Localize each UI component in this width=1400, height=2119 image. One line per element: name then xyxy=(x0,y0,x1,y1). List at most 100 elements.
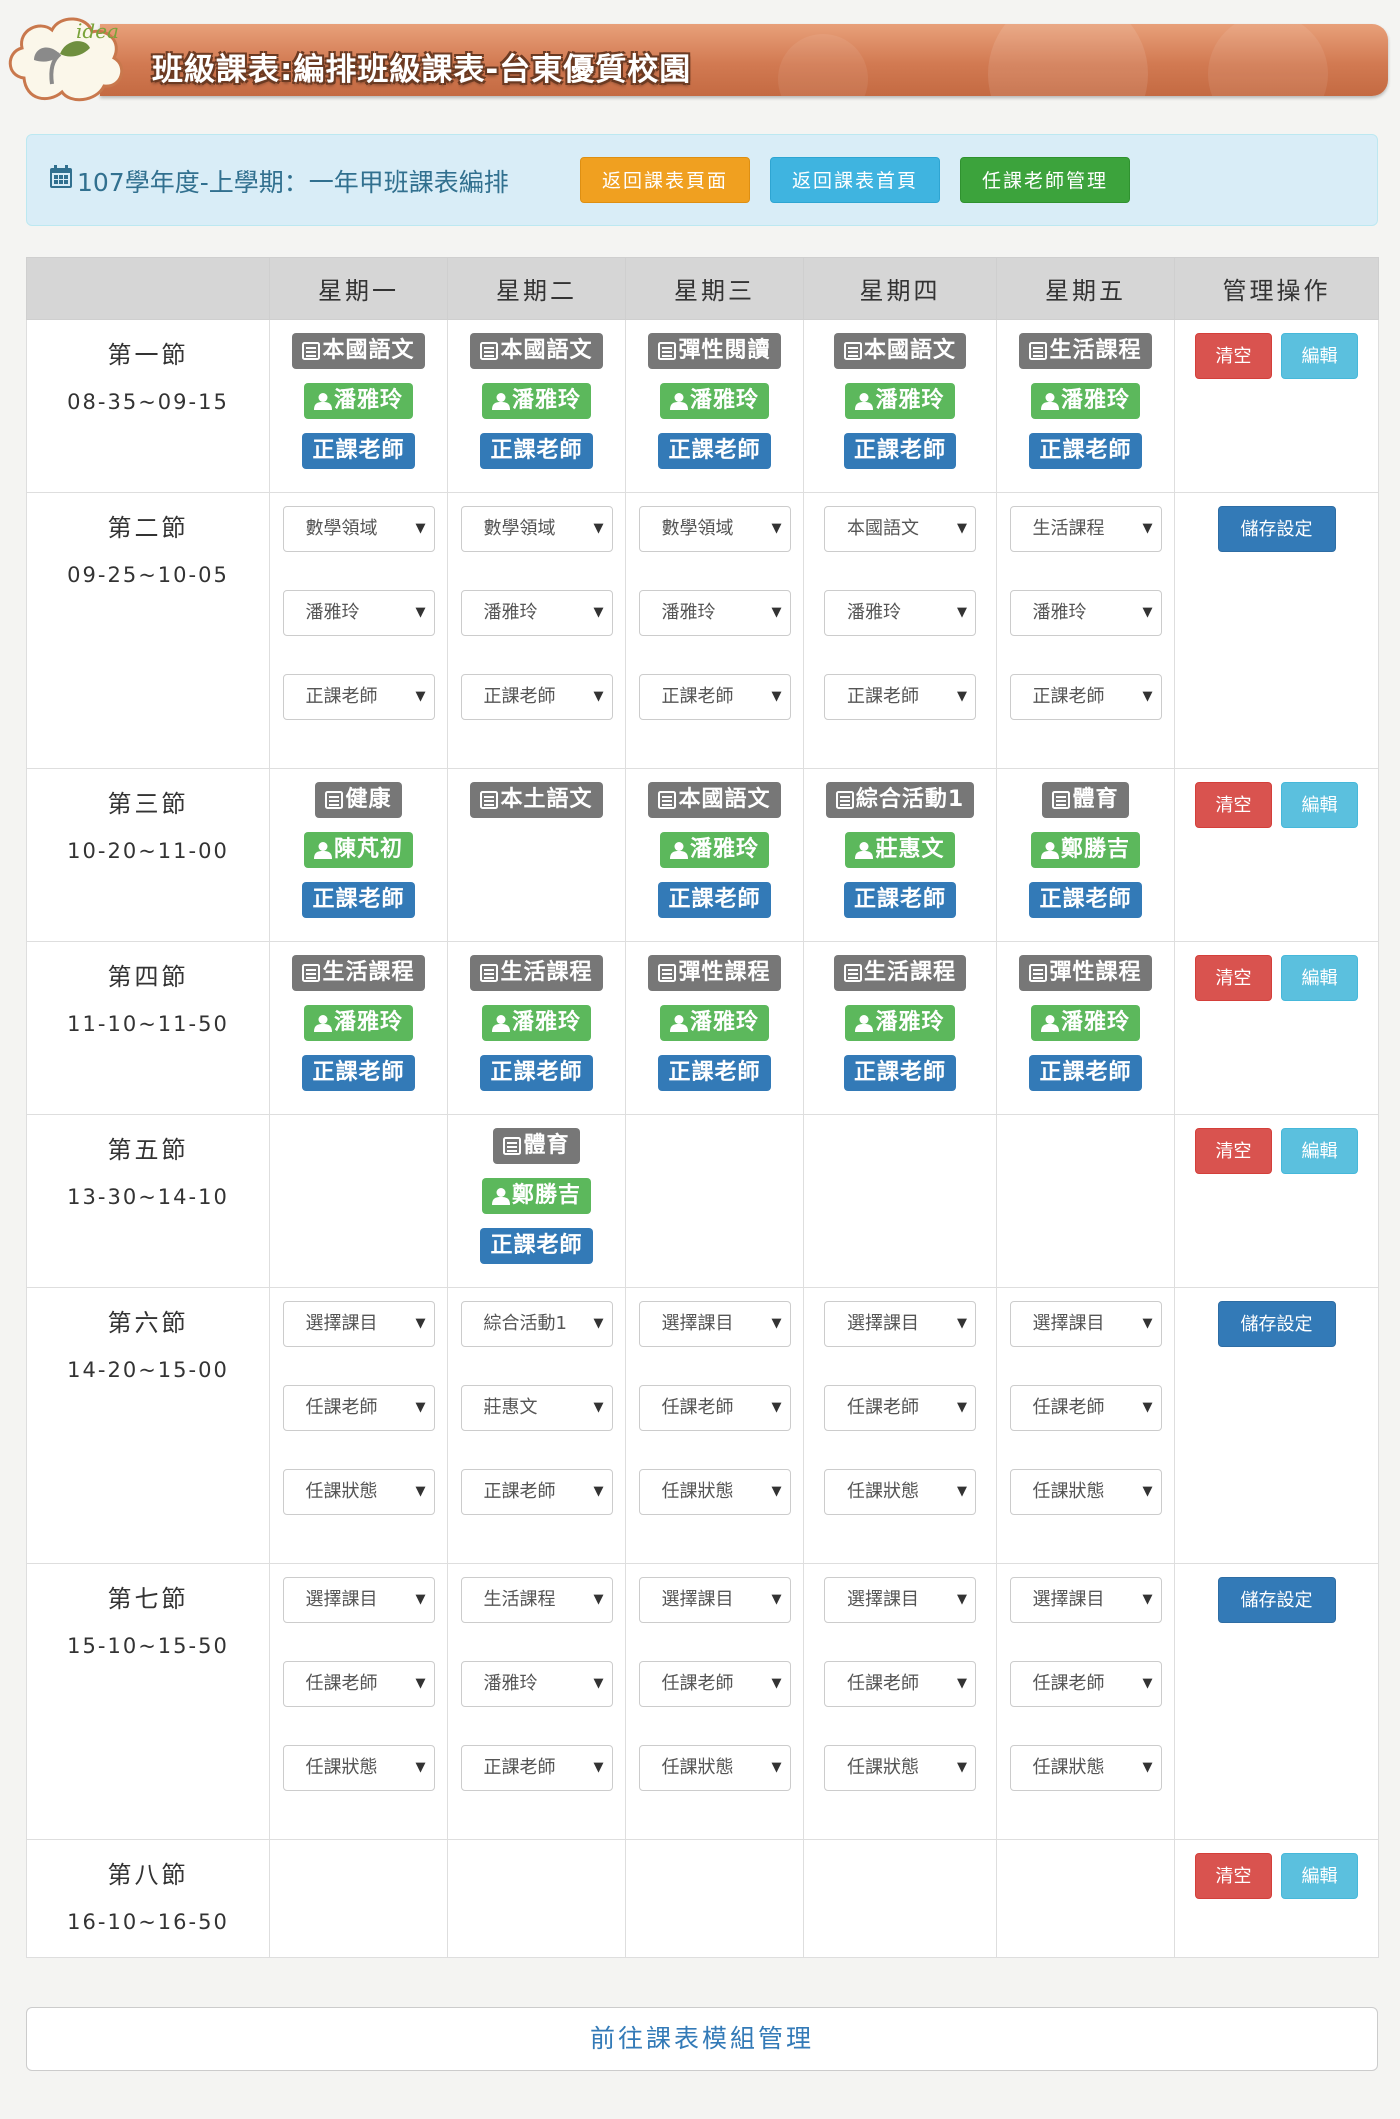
teacher-select[interactable]: 任課老師 ▼ xyxy=(824,1661,976,1707)
teacher-select[interactable]: 任課老師 ▼ xyxy=(1009,1661,1162,1707)
subject-select[interactable]: 選擇課目 ▼ xyxy=(824,1577,976,1623)
caret-down-icon: ▼ xyxy=(593,689,604,704)
status-select[interactable]: 任課狀態 ▼ xyxy=(282,1469,435,1515)
subject-select[interactable]: 選擇課目 ▼ xyxy=(1009,1301,1162,1347)
teacher-select[interactable]: 潘雅玲 ▼ xyxy=(824,590,976,636)
status-select[interactable]: 任課狀態 ▼ xyxy=(282,1745,435,1791)
slot-friday: 生活課程 潘雅玲 正課老師 xyxy=(996,319,1175,493)
status-select[interactable]: 正課老師 ▼ xyxy=(824,674,976,720)
teacher-select[interactable]: 莊惠文 ▼ xyxy=(460,1385,613,1431)
subject-select[interactable]: 生活課程 ▼ xyxy=(1009,506,1162,552)
teacher-select[interactable]: 潘雅玲 ▼ xyxy=(638,590,791,636)
subject-select[interactable]: 生活課程 ▼ xyxy=(460,1577,613,1623)
clear-button[interactable]: 清空 xyxy=(1195,1128,1272,1174)
status-select[interactable]: 正課老師 ▼ xyxy=(282,674,435,720)
clear-button[interactable]: 清空 xyxy=(1195,782,1272,828)
subject-select[interactable]: 選擇課目 ▼ xyxy=(638,1301,791,1347)
module-management-button[interactable]: 前往課表模組管理 xyxy=(26,2007,1378,2071)
clear-button[interactable]: 清空 xyxy=(1195,955,1272,1001)
subject-select-value: 數學領域 xyxy=(483,518,556,539)
status-label: 正課老師 xyxy=(658,433,771,469)
user-icon xyxy=(491,393,510,410)
teacher-select[interactable]: 潘雅玲 ▼ xyxy=(282,590,435,636)
teacher-select[interactable]: 潘雅玲 ▼ xyxy=(1009,590,1162,636)
status-select[interactable]: 任課狀態 ▼ xyxy=(824,1469,976,1515)
period-cell: 第三節 10-20~11-00 xyxy=(26,768,270,942)
status-select[interactable]: 正課老師 ▼ xyxy=(460,674,613,720)
status-select[interactable]: 任課狀態 ▼ xyxy=(1009,1469,1162,1515)
teacher-select[interactable]: 任課老師 ▼ xyxy=(824,1385,976,1431)
teacher-select[interactable]: 任課老師 ▼ xyxy=(638,1661,791,1707)
teacher-label: 潘雅玲 xyxy=(303,383,413,419)
teacher-text: 潘雅玲 xyxy=(689,837,759,862)
teacher-text: 潘雅玲 xyxy=(689,1010,759,1035)
clear-button[interactable]: 清空 xyxy=(1195,1853,1272,1899)
teacher-label: 潘雅玲 xyxy=(659,1005,769,1041)
caret-down-icon: ▼ xyxy=(1142,521,1153,536)
teacher-select[interactable]: 任課老師 ▼ xyxy=(638,1385,791,1431)
status-label: 正課老師 xyxy=(658,1055,771,1091)
teacher-select[interactable]: 任課老師 ▼ xyxy=(282,1661,435,1707)
back-to-list-button[interactable]: 返回課表頁面 xyxy=(580,157,750,203)
status-label: 正課老師 xyxy=(302,882,415,918)
subject-select[interactable]: 選擇課目 ▼ xyxy=(824,1301,976,1347)
status-select[interactable]: 正課老師 ▼ xyxy=(460,1745,613,1791)
subject-select[interactable]: 選擇課目 ▼ xyxy=(638,1577,791,1623)
status-select[interactable]: 任課狀態 ▼ xyxy=(1009,1745,1162,1791)
save-settings-button[interactable]: 儲存設定 xyxy=(1217,1577,1336,1623)
save-settings-button[interactable]: 儲存設定 xyxy=(1217,1301,1336,1347)
list-alt-icon xyxy=(1052,791,1071,809)
teacher-select-value: 任課老師 xyxy=(847,1673,919,1694)
edit-button[interactable]: 編輯 xyxy=(1281,1853,1358,1899)
subject-label: 生活課程 xyxy=(833,955,966,991)
status-select[interactable]: 任課狀態 ▼ xyxy=(824,1745,976,1791)
status-select[interactable]: 正課老師 ▼ xyxy=(638,674,791,720)
caret-down-icon: ▼ xyxy=(957,1400,967,1415)
subject-label: 生活課程 xyxy=(1019,333,1152,369)
teacher-select-value: 任課老師 xyxy=(1032,1673,1105,1694)
teacher-select-value: 任課老師 xyxy=(661,1673,734,1694)
subject-select[interactable]: 數學領域 ▼ xyxy=(282,506,435,552)
teacher-select[interactable]: 潘雅玲 ▼ xyxy=(460,1661,613,1707)
user-icon xyxy=(313,1015,332,1032)
period-row: 第七節 15-10~15-50 選擇課目 ▼ 任課老師 ▼ 任課狀態 ▼ 生活課程 ▼ 潘雅玲 ▼ 正課… xyxy=(26,1563,1379,1840)
status-select[interactable]: 任課狀態 ▼ xyxy=(638,1469,791,1515)
teacher-management-button[interactable]: 任課老師管理 xyxy=(960,157,1130,203)
user-icon xyxy=(855,842,874,859)
edit-button[interactable]: 編輯 xyxy=(1281,782,1358,828)
teacher-select[interactable]: 任課老師 ▼ xyxy=(282,1385,435,1431)
slot-wednesday: 本國語文 潘雅玲 正課老師 xyxy=(625,768,804,942)
period-name: 第一節 xyxy=(107,341,189,369)
clear-button[interactable]: 清空 xyxy=(1195,333,1272,379)
period-name: 第七節 xyxy=(107,1585,189,1613)
subject-select[interactable]: 數學領域 ▼ xyxy=(460,506,613,552)
user-icon xyxy=(669,842,688,859)
list-alt-icon xyxy=(835,791,854,809)
caret-down-icon: ▼ xyxy=(415,1316,426,1331)
slot-tuesday: 生活課程 潘雅玲 正課老師 xyxy=(447,941,626,1115)
slot-wednesday xyxy=(625,1114,804,1288)
back-to-home-button[interactable]: 返回課表首頁 xyxy=(770,157,940,203)
edit-button[interactable]: 編輯 xyxy=(1281,955,1358,1001)
logo-text: idea xyxy=(76,19,119,43)
save-settings-button[interactable]: 儲存設定 xyxy=(1217,506,1336,552)
caret-down-icon: ▼ xyxy=(415,1676,426,1691)
period-row: 第一節 08-35~09-15 本國語文 潘雅玲 正課老師 本國語文 潘雅玲 正課老師 彈性閱讀… xyxy=(26,319,1379,493)
actions-cell: 清空 編輯 xyxy=(1174,768,1379,942)
subject-select[interactable]: 本國語文 ▼ xyxy=(824,506,976,552)
header-monday: 星期一 xyxy=(269,257,448,320)
subject-select[interactable]: 綜合活動1 ▼ xyxy=(460,1301,613,1347)
subject-select-value: 選擇課目 xyxy=(1032,1313,1105,1334)
status-select[interactable]: 正課老師 ▼ xyxy=(460,1469,613,1515)
status-select[interactable]: 任課狀態 ▼ xyxy=(638,1745,791,1791)
status-select[interactable]: 正課老師 ▼ xyxy=(1009,674,1162,720)
edit-button[interactable]: 編輯 xyxy=(1281,1128,1358,1174)
subject-select[interactable]: 選擇課目 ▼ xyxy=(1009,1577,1162,1623)
teacher-select[interactable]: 潘雅玲 ▼ xyxy=(460,590,613,636)
subject-select[interactable]: 選擇課目 ▼ xyxy=(282,1577,435,1623)
subject-select[interactable]: 數學領域 ▼ xyxy=(638,506,791,552)
teacher-select[interactable]: 任課老師 ▼ xyxy=(1009,1385,1162,1431)
edit-button[interactable]: 編輯 xyxy=(1281,333,1358,379)
subject-select[interactable]: 選擇課目 ▼ xyxy=(282,1301,435,1347)
caret-down-icon: ▼ xyxy=(1142,689,1153,704)
